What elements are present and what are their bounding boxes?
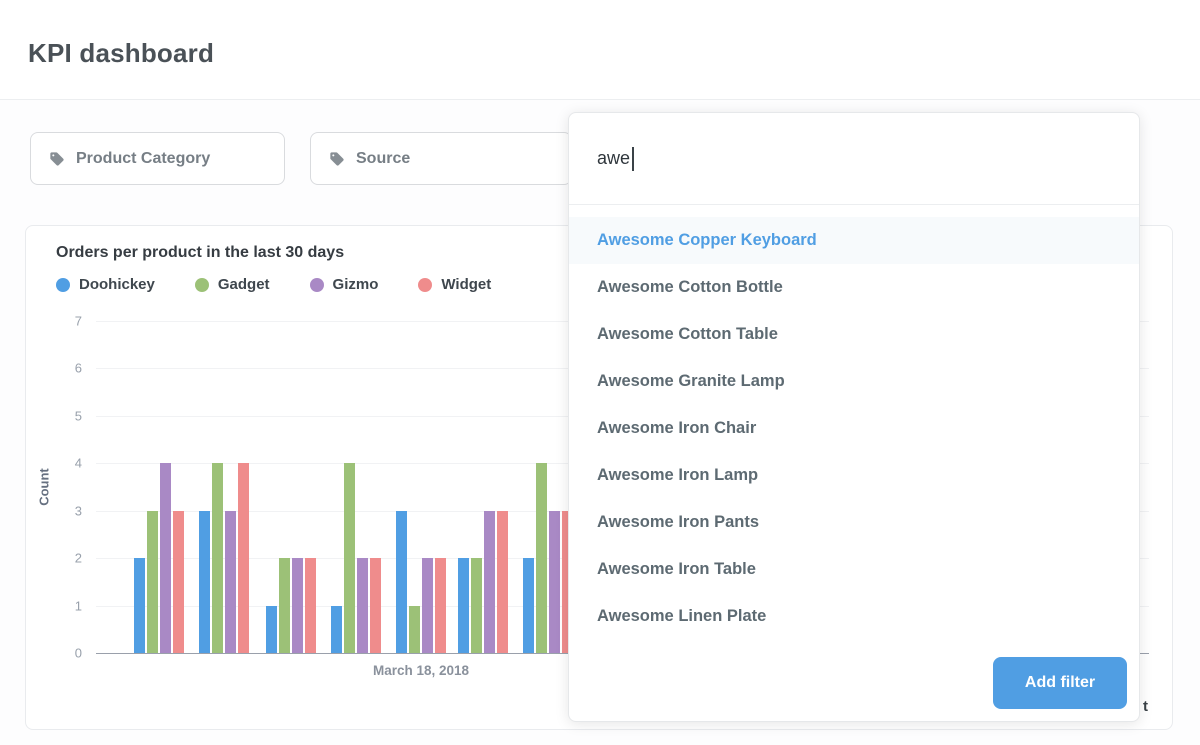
- legend-label: Doohickey: [79, 276, 155, 293]
- bar-doohickey[interactable]: [396, 511, 407, 653]
- bar-gizmo[interactable]: [422, 558, 433, 653]
- dropdown-option[interactable]: Awesome Iron Lamp: [569, 452, 1139, 499]
- y-tick-label: 0: [75, 646, 82, 661]
- bar-group: [266, 321, 316, 653]
- bar-widget[interactable]: [497, 511, 508, 653]
- bar-group: [396, 321, 446, 653]
- dropdown-option[interactable]: Awesome Granite Lamp: [569, 358, 1139, 405]
- bar-group: [331, 321, 381, 653]
- y-tick-label: 2: [75, 551, 82, 566]
- bar-gadget[interactable]: [279, 558, 290, 653]
- bar-gizmo[interactable]: [357, 558, 368, 653]
- clipped-text-fragment: t: [1143, 698, 1148, 715]
- bar-gadget[interactable]: [536, 463, 547, 653]
- bar-gizmo[interactable]: [225, 511, 236, 653]
- legend-dot: [418, 278, 432, 292]
- dropdown-footer: Add filter: [569, 645, 1139, 721]
- y-tick-label: 6: [75, 361, 82, 376]
- add-filter-button[interactable]: Add filter: [993, 657, 1127, 709]
- legend-dot: [310, 278, 324, 292]
- legend-item-gadget[interactable]: Gadget: [195, 276, 270, 293]
- bar-gadget[interactable]: [212, 463, 223, 653]
- legend-dot: [195, 278, 209, 292]
- legend-item-doohickey[interactable]: Doohickey: [56, 276, 155, 293]
- y-tick-label: 7: [75, 314, 82, 329]
- bar-widget[interactable]: [238, 463, 249, 653]
- x-axis-tick-label: March 18, 2018: [373, 663, 469, 678]
- bar-doohickey[interactable]: [266, 606, 277, 653]
- legend-item-widget[interactable]: Widget: [418, 276, 491, 293]
- dropdown-option[interactable]: Awesome Copper Keyboard: [569, 217, 1139, 264]
- tag-icon: [329, 151, 345, 167]
- bar-widget[interactable]: [435, 558, 446, 653]
- bar-widget[interactable]: [305, 558, 316, 653]
- page-title: KPI dashboard: [28, 38, 214, 69]
- y-tick-label: 1: [75, 598, 82, 613]
- chart-title: Orders per product in the last 30 days: [56, 244, 344, 262]
- bar-gizmo[interactable]: [292, 558, 303, 653]
- bar-widget[interactable]: [370, 558, 381, 653]
- filter-product-category[interactable]: Product Category: [30, 132, 285, 185]
- filter-source[interactable]: Source: [310, 132, 572, 185]
- bar-doohickey[interactable]: [523, 558, 534, 653]
- bar-gizmo[interactable]: [484, 511, 495, 653]
- legend-item-gizmo[interactable]: Gizmo: [310, 276, 379, 293]
- y-tick-label: 4: [75, 456, 82, 471]
- bar-gadget[interactable]: [471, 558, 482, 653]
- bar-doohickey[interactable]: [331, 606, 342, 653]
- legend-label: Gizmo: [333, 276, 379, 293]
- y-tick-label: 3: [75, 503, 82, 518]
- bar-group: [199, 321, 249, 653]
- bar-gadget[interactable]: [409, 606, 420, 653]
- bar-gadget[interactable]: [344, 463, 355, 653]
- dropdown-option[interactable]: Awesome Iron Pants: [569, 499, 1139, 546]
- bar-group: [458, 321, 508, 653]
- dropdown-search-input[interactable]: awe: [569, 113, 1139, 205]
- bar-doohickey[interactable]: [199, 511, 210, 653]
- filter-label: Product Category: [76, 150, 210, 168]
- bar-doohickey[interactable]: [134, 558, 145, 653]
- legend-label: Gadget: [218, 276, 270, 293]
- filter-label: Source: [356, 150, 410, 168]
- filter-value-dropdown: awe Awesome Copper KeyboardAwesome Cotto…: [568, 112, 1140, 722]
- dropdown-option[interactable]: Awesome Cotton Table: [569, 311, 1139, 358]
- chart-legend: Doohickey Gadget Gizmo Widget: [56, 276, 491, 293]
- bar-gizmo[interactable]: [549, 511, 560, 653]
- bar-doohickey[interactable]: [458, 558, 469, 653]
- dropdown-option[interactable]: Awesome Iron Table: [569, 546, 1139, 593]
- y-axis-title: Count: [37, 468, 52, 506]
- y-tick-label: 5: [75, 408, 82, 423]
- dropdown-option[interactable]: Awesome Linen Plate: [569, 593, 1139, 640]
- page-header: KPI dashboard: [0, 0, 1200, 100]
- search-input-value: awe: [597, 148, 630, 169]
- dropdown-option[interactable]: Awesome Iron Chair: [569, 405, 1139, 452]
- bar-gadget[interactable]: [147, 511, 158, 653]
- legend-label: Widget: [441, 276, 491, 293]
- bar-widget[interactable]: [173, 511, 184, 653]
- dropdown-option[interactable]: Awesome Cotton Bottle: [569, 264, 1139, 311]
- tag-icon: [49, 151, 65, 167]
- bar-group: [523, 321, 573, 653]
- bar-gizmo[interactable]: [160, 463, 171, 653]
- legend-dot: [56, 278, 70, 292]
- bar-group: [134, 321, 184, 653]
- dropdown-options-list: Awesome Copper KeyboardAwesome Cotton Bo…: [569, 205, 1139, 645]
- text-caret: [632, 147, 634, 171]
